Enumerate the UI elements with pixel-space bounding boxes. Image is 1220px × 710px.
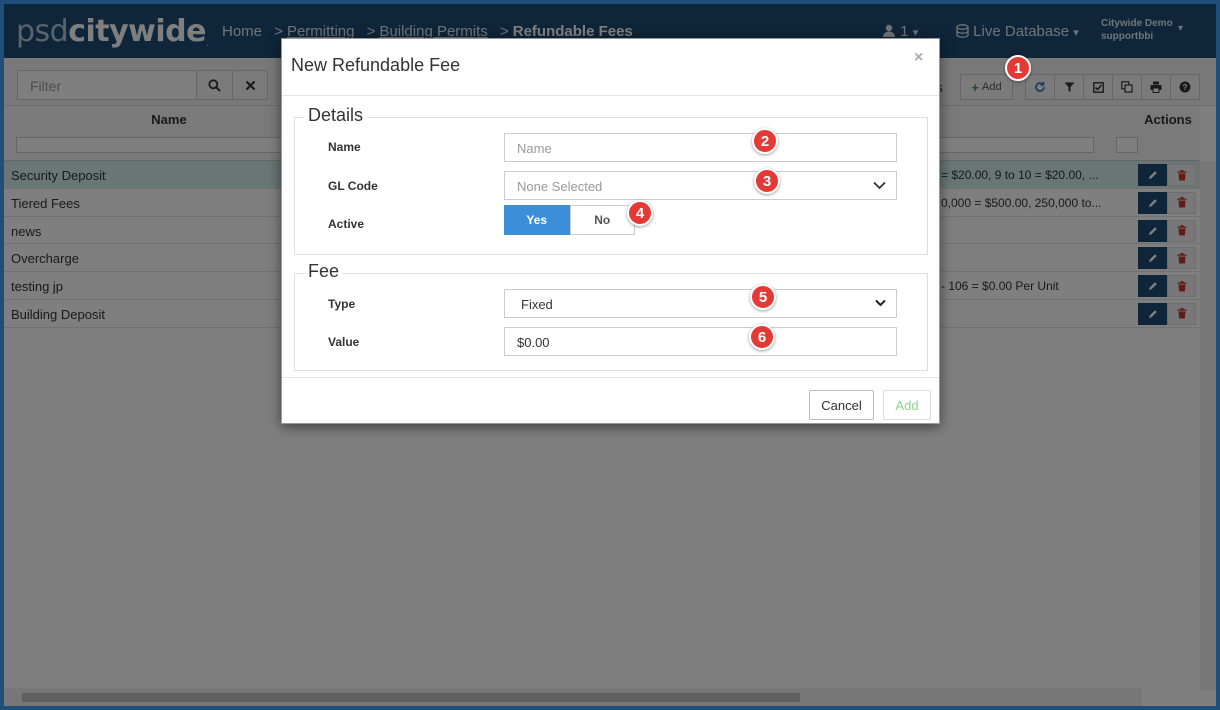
value-input[interactable]: $0.00 [504, 327, 897, 356]
callout-marker: 2 [752, 128, 778, 154]
callout-marker: 5 [750, 284, 776, 310]
divider [282, 95, 939, 96]
callout-marker: 1 [1005, 55, 1031, 81]
callout-marker: 3 [754, 168, 780, 194]
app-window: psdcitywide. Home >Permitting >Building … [4, 4, 1216, 706]
active-label: Active [328, 217, 365, 231]
callout-marker: 6 [749, 324, 775, 350]
dialog-title: New Refundable Fee [291, 55, 461, 75]
divider [282, 377, 939, 378]
type-label: Type [328, 297, 356, 311]
chevron-down-icon [875, 299, 886, 307]
callout-marker: 4 [627, 200, 653, 226]
value-label: Value [328, 335, 360, 349]
gl-code-label: GL Code [328, 179, 378, 193]
chevron-down-icon [873, 181, 886, 190]
name-input[interactable]: Name [504, 133, 897, 162]
fee-legend: Fee [304, 261, 344, 282]
active-no-button[interactable]: No [569, 205, 635, 235]
active-toggle: Yes No [504, 205, 635, 235]
cancel-button[interactable]: Cancel [809, 390, 874, 420]
name-label: Name [328, 140, 361, 154]
fee-fieldset [294, 273, 928, 371]
type-select[interactable]: Fixed [504, 289, 897, 318]
active-yes-button[interactable]: Yes [504, 205, 570, 235]
add-fee-button[interactable]: Add [883, 390, 931, 420]
new-refundable-fee-dialog: New Refundable Fee × Details Name Name G… [281, 38, 940, 424]
close-icon[interactable]: × [914, 49, 923, 67]
gl-code-select[interactable]: None Selected [504, 171, 897, 200]
details-legend: Details [304, 105, 368, 126]
